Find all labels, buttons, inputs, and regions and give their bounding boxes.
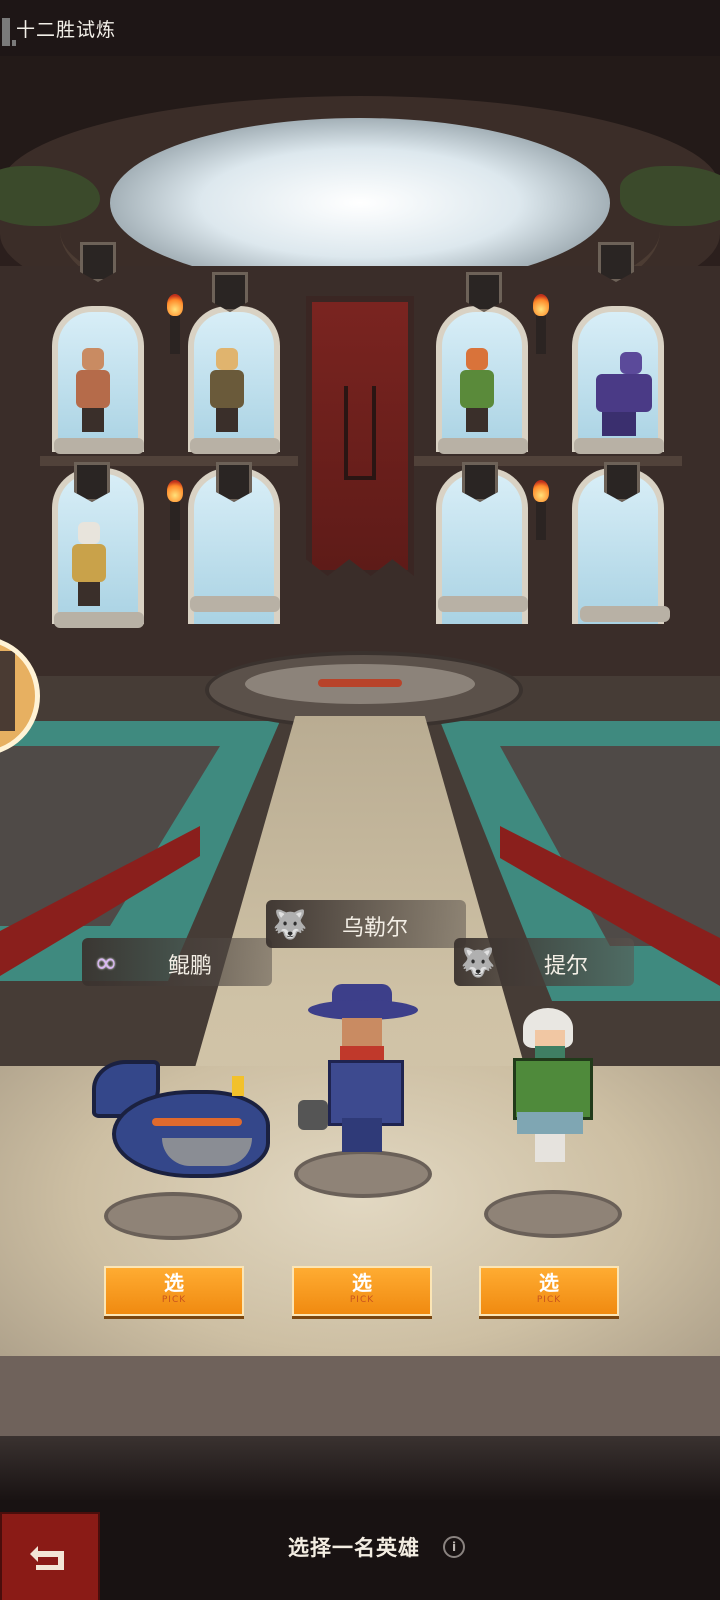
candidate-name: 鲲鹏	[168, 954, 213, 979]
banner-emblem	[344, 386, 376, 480]
statue-pedestal	[580, 606, 670, 622]
pick-sublabel: PICK	[349, 1295, 375, 1305]
candidate-name: 乌勒尔	[342, 916, 409, 941]
side-portrait-avatar	[0, 651, 15, 731]
torch	[536, 500, 546, 540]
pick-sublabel: PICK	[536, 1295, 562, 1305]
statue-pedestal	[54, 612, 144, 628]
candidate-tag-1: ∞ 鲲鹏	[82, 938, 272, 986]
statue-shield-bearer	[204, 348, 248, 432]
pick-button[interactable]: 选 PICK	[292, 1266, 432, 1316]
statue-archer	[454, 348, 498, 432]
pick-label: 选	[352, 1271, 372, 1295]
info-icon[interactable]: i	[443, 1536, 465, 1558]
mode-title: 十二胜试炼	[16, 19, 117, 41]
torch-flame	[533, 294, 549, 316]
statue-pedestal	[438, 596, 528, 612]
dais-mark	[318, 679, 402, 687]
top-bar: 十二胜试炼	[0, 0, 720, 56]
pick-button[interactable]: 选 PICK	[104, 1266, 244, 1316]
pick-sublabel: PICK	[161, 1295, 187, 1305]
statue-pedestal	[574, 438, 664, 454]
statue-horned-warrior	[70, 348, 114, 432]
hero-uller[interactable]	[298, 984, 418, 1160]
statue-pedestal	[54, 438, 144, 454]
statue-pedestal	[438, 438, 528, 454]
select-hero-prompt: 选择一名英雄	[288, 1535, 420, 1560]
statue-pedestal	[190, 438, 280, 454]
pick-label: 选	[539, 1271, 559, 1295]
torch	[170, 500, 180, 540]
bottom-bar	[0, 1436, 720, 1600]
pick-label: 选	[164, 1271, 184, 1295]
back-button[interactable]	[0, 1512, 100, 1600]
hero-tyr[interactable]	[495, 1008, 605, 1168]
back-arrow-icon	[30, 1546, 64, 1570]
hero-base	[104, 1192, 242, 1240]
pick-button[interactable]: 选 PICK	[479, 1266, 619, 1316]
game-screen: 十二胜试炼 ∞ 鲲鹏 🐺 乌勒尔 🐺 提尔 选 PICK 选 PICK 选 PI…	[0, 0, 720, 1600]
torch	[170, 314, 180, 354]
torch-flame	[167, 480, 183, 502]
foliage-right	[620, 166, 720, 226]
hero-kunpeng[interactable]	[92, 1060, 270, 1180]
wolf-icon: 🐺	[460, 945, 496, 979]
candidate-tag-3: 🐺 提尔	[454, 938, 634, 986]
torch	[536, 314, 546, 354]
statue-elder-sage	[66, 522, 110, 606]
torch-flame	[533, 480, 549, 502]
wolf-icon: 🐺	[272, 907, 308, 941]
arena-edge	[0, 1356, 720, 1436]
niche-shelf	[412, 456, 682, 466]
hero-base	[484, 1190, 622, 1238]
candidate-name: 提尔	[544, 954, 589, 979]
arena-scene	[0, 56, 720, 1436]
title-marker	[2, 18, 10, 46]
statue-pedestal	[190, 596, 280, 612]
statue-dragon	[590, 352, 654, 436]
candidate-tag-2: 🐺 乌勒尔	[266, 900, 466, 948]
torch-flame	[167, 294, 183, 316]
infinity-icon: ∞	[94, 945, 118, 979]
